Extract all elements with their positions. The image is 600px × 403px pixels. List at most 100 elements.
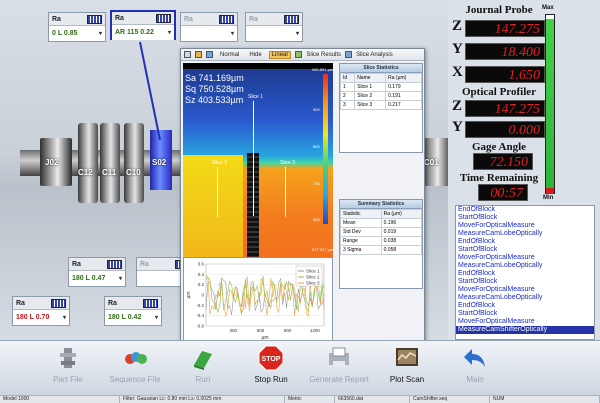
list-item[interactable]: MeasureCamLobeOptically (456, 230, 594, 238)
table-row[interactable]: 2 Slice 2 0.191 (339, 91, 422, 101)
list-item[interactable]: MeasureCamLobeOptically (456, 262, 594, 270)
back-arrow-icon (464, 349, 485, 367)
y-tick-label: 0.6 (198, 262, 205, 267)
list-item[interactable]: StartOfBlock (456, 214, 594, 222)
list-item[interactable]: StartOfBlock (456, 246, 594, 254)
ra-widget[interactable]: Ra 180 L 0.42 ▾ (104, 296, 162, 326)
chevron-down-icon[interactable]: ▾ (155, 314, 158, 321)
list-item[interactable]: MoveForOpticalMeasure (456, 286, 594, 294)
colorbar-tick: 800 (313, 144, 320, 149)
slice-statistics-title: Slice Statistics (340, 64, 422, 73)
journal-probe-title: Journal Probe (465, 4, 533, 16)
grid-icon (107, 259, 122, 269)
y-axis-label: Y (452, 119, 463, 135)
normal-button[interactable]: Normal (217, 51, 242, 59)
part-file-button[interactable]: Part File (33, 342, 103, 394)
profile-chart[interactable]: 0.6 0.4 0.2 0 -0.2 -0.4 -0.6 300 600 900 1200 µm µm S… (183, 257, 333, 344)
layout-icon[interactable] (184, 51, 191, 58)
ra-widget[interactable]: Ra 0 L 0.85 ▾ (48, 12, 106, 42)
list-item[interactable]: EndOfBlock (456, 302, 594, 310)
legend-label: Slice 3 (306, 281, 320, 286)
list-item-selected[interactable]: MeasureCamShifterOptically (456, 326, 594, 334)
list-item[interactable]: MeasureCamLobeOptically (456, 294, 594, 302)
colorbar-tick: 700 (313, 181, 320, 186)
list-item[interactable]: EndOfBlock (456, 238, 594, 246)
status-bar: Model 1000 Filter: Gaussian Lc: 0.80 mm … (0, 395, 600, 403)
optical-y-readout: 0.000 (465, 121, 545, 138)
ra-widget[interactable]: Ra 180 L 0.47 ▾ (68, 257, 126, 287)
surface-heatmap-yellow-region (183, 155, 243, 257)
table-row: Range 0.038 (340, 236, 423, 246)
sequence-file-icon (125, 352, 147, 364)
legend-label: Slice 2 (306, 275, 320, 280)
part-file-icon (60, 348, 76, 368)
y-axis-label: Y (452, 41, 463, 57)
z-axis-label: Z (452, 98, 463, 114)
grid-icon (219, 14, 234, 24)
list-item[interactable]: EndOfBlock (456, 270, 594, 278)
grid-icon (51, 298, 66, 308)
surface-analysis-window[interactable]: Normal Hide Linear Slice Results Slice A… (180, 48, 425, 345)
table-row[interactable]: 1 Slice 1 0.179 (339, 82, 422, 92)
profile-chart-svg: 0.60.40.20-0.2-0.4-0.6300 600 900 1200µmµmS… (186, 262, 325, 341)
list-item[interactable]: EndOfBlock (456, 206, 594, 214)
slice-3-line[interactable] (285, 167, 286, 217)
palette-icon[interactable] (195, 51, 202, 58)
stop-run-button[interactable]: STOP Stop Run (236, 342, 306, 394)
svg-text:STOP: STOP (262, 356, 281, 363)
level-gauge-fill (546, 19, 554, 194)
plot-scan-icon (396, 348, 418, 366)
journal-z-readout: 147.275 (465, 20, 545, 37)
chevron-down-icon[interactable]: ▾ (168, 29, 171, 36)
ra-widget[interactable]: Ra ▾ (180, 12, 238, 42)
slice-results-tab[interactable]: Slice Results (306, 52, 341, 58)
main-button[interactable]: Main (440, 342, 510, 394)
chevron-down-icon[interactable]: ▾ (99, 30, 102, 37)
journal-y-readout: 18.400 (465, 43, 545, 60)
hide-button[interactable]: Hide (246, 51, 264, 59)
list-item[interactable]: MoveForOpticalMeasure (456, 254, 594, 262)
chevron-down-icon[interactable]: ▾ (296, 30, 299, 37)
x-axis-label: X (452, 64, 463, 80)
sequence-file-button[interactable]: Sequence File (100, 342, 170, 394)
x-tick-label: 900 (284, 328, 292, 333)
list-item[interactable]: MoveForOpticalMeasure (456, 222, 594, 230)
time-remaining-title: Time Remaining (459, 172, 539, 184)
time-remaining-readout: 00:57 (478, 184, 528, 201)
view-3d-icon[interactable] (206, 51, 213, 58)
y-axis-label: µm (186, 291, 192, 298)
chevron-down-icon[interactable]: ▾ (231, 30, 234, 37)
table-row: 3 Sigma 0.058 (340, 245, 423, 255)
gauge-min-label: Min (543, 195, 554, 201)
linear-button[interactable]: Linear (268, 50, 292, 59)
run-button[interactable]: Run (168, 342, 238, 394)
generate-report-button[interactable]: Generate Report (304, 342, 374, 394)
ra-widget-selected[interactable]: Ra AR 115 0.22 ▾ (110, 10, 176, 40)
table-row[interactable]: 3 Slice 3 0.217 (339, 100, 422, 110)
ra-widget[interactable]: Ra 180 L 0.70 ▾ (12, 296, 70, 326)
x-tick-label: 1200 (310, 328, 321, 333)
grid-icon (156, 13, 171, 23)
chevron-down-icon[interactable]: ▾ (119, 275, 122, 282)
chevron-down-icon[interactable]: ▾ (63, 314, 66, 321)
plot-scan-button[interactable]: Plot Scan (372, 342, 442, 394)
surface-stats: Sa 741.169µm Sq 750.528µm Sz 403.533µm (185, 73, 244, 106)
slice-1-line[interactable] (253, 101, 254, 216)
level-gauge-min-marker (546, 188, 554, 194)
list-item[interactable]: StartOfBlock (456, 278, 594, 286)
sequence-log[interactable]: EndOfBlock StartOfBlock MoveForOpticalMe… (455, 205, 595, 340)
slice-statistics-table: Id Name Ra (µm) 1 Slice 1 0.179 2 Slice … (339, 73, 422, 110)
status-sequence-file: CamShifter.seq (410, 396, 490, 403)
ra-widget[interactable]: Ra ▾ (245, 12, 303, 42)
gage-angle-title: Gage Angle (471, 141, 527, 153)
gage-angle-readout: 72.150 (473, 153, 533, 170)
colorbar-min: 577.317 µm (312, 247, 334, 252)
slice-analysis-tab[interactable]: Slice Analysis (356, 52, 393, 58)
list-item[interactable]: MoveForOpticalMeasure (456, 318, 594, 326)
list-item[interactable]: StartOfBlock (456, 310, 594, 318)
y-tick-label: 0.4 (198, 272, 205, 277)
summary-statistics-title: Summary Statistics (340, 200, 422, 209)
slice-2-line[interactable] (217, 167, 218, 217)
colorbar (323, 74, 328, 224)
optical-profiler-title: Optical Profiler (461, 86, 537, 98)
